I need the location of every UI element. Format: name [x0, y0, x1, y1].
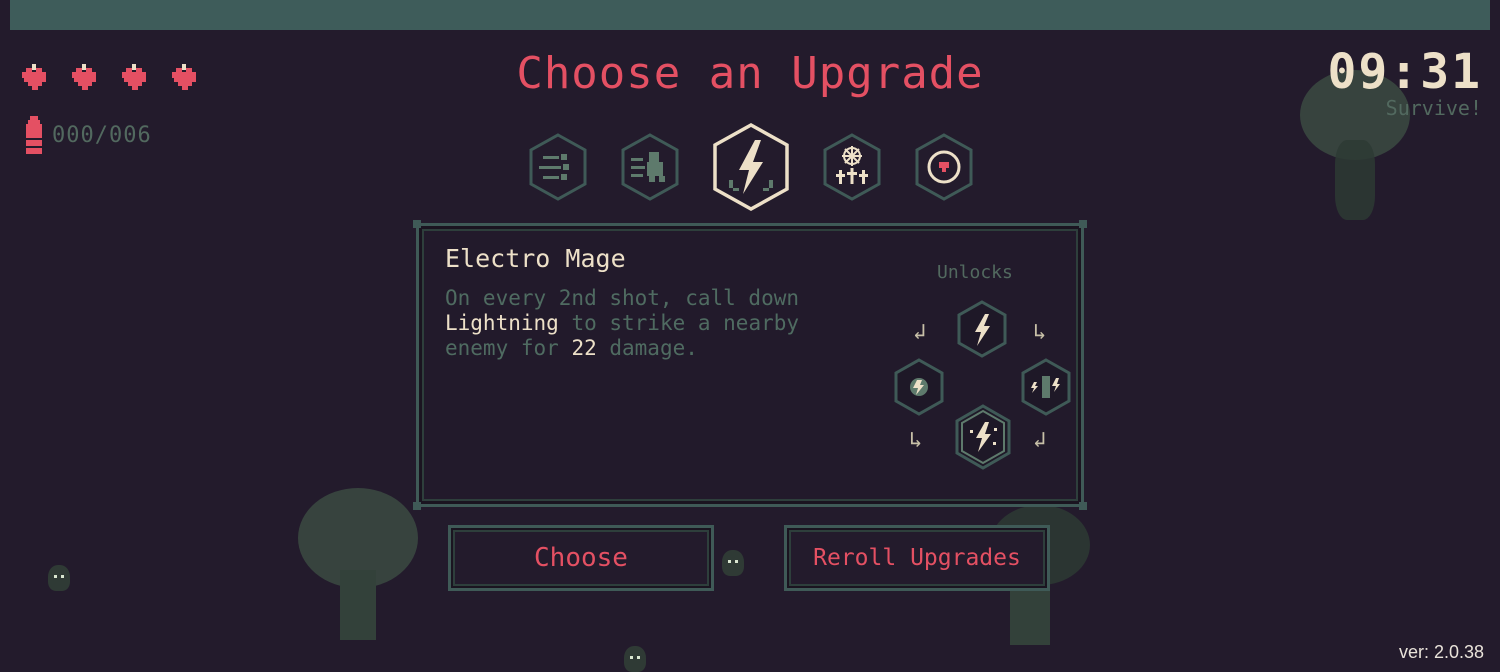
unlock-node-storm-orb[interactable] [893, 358, 945, 416]
top-bar [10, 0, 1490, 30]
panel-corner [413, 502, 421, 510]
reroll-upgrades-button[interactable]: Reroll Upgrades [784, 525, 1050, 591]
unlock-node-thunderstorm[interactable] [954, 404, 1012, 470]
shield-orb-icon [915, 133, 973, 201]
choose-button[interactable]: Choose [448, 525, 714, 591]
holy-tree-icon [823, 133, 881, 201]
energized-icon [1021, 358, 1071, 416]
tab-projectile-split[interactable] [527, 132, 589, 202]
tab-lightning[interactable] [711, 122, 791, 212]
page-title: Choose an Upgrade [516, 48, 984, 99]
upgrade-name: Electro Mage [445, 244, 626, 273]
background-tree-trunk [340, 570, 376, 640]
panel-corner [413, 220, 421, 228]
enemy-creature [722, 550, 744, 576]
unlock-arrow-icon: ↲ [1033, 428, 1047, 453]
ammo-counter: 000/006 [24, 116, 152, 154]
unlocks-label: Unlocks [937, 262, 1013, 283]
projectile-split-icon [529, 133, 587, 201]
thunderstorm-icon [955, 404, 1011, 470]
unlock-arrow-icon: ↳ [1033, 320, 1047, 345]
upgrade-description: On every 2nd shot, call down Lightning t… [445, 286, 865, 361]
background-tree [1335, 140, 1375, 220]
lightning-icon [957, 300, 1007, 358]
description-text: to strike a nearby [558, 311, 800, 335]
tab-speed-runner[interactable] [619, 132, 681, 202]
panel-corner [1079, 220, 1087, 228]
upgrade-tabs [527, 122, 975, 212]
enemy-creature [624, 646, 646, 672]
speed-runner-icon [621, 133, 679, 201]
description-highlight: Lightning [445, 311, 559, 335]
version-label: ver: 2.0.38 [1398, 642, 1484, 662]
unlock-arrow-icon: ↲ [913, 320, 927, 345]
description-text: damage. [596, 336, 698, 360]
enemy-creature [48, 565, 70, 591]
tab-holy-tree[interactable] [821, 132, 883, 202]
unlock-node-energized[interactable] [1020, 358, 1072, 416]
description-highlight: 22 [571, 336, 597, 360]
storm-orb-icon [894, 358, 944, 416]
bullet-icon [26, 116, 42, 154]
panel-corner [1079, 502, 1087, 510]
description-text: enemy for [445, 336, 572, 360]
upgrade-detail-panel: Electro Mage On every 2nd shot, call dow… [413, 220, 1087, 510]
unlock-arrow-icon: ↳ [909, 428, 923, 453]
description-text: On every 2nd shot, call down [445, 286, 800, 310]
ammo-count: 000/006 [52, 122, 152, 148]
tab-shield-orb[interactable] [913, 132, 975, 202]
unlock-node-lightning[interactable] [956, 300, 1008, 358]
lightning-bolt-icon [713, 122, 789, 212]
objective-label: Survive! [1385, 96, 1482, 120]
